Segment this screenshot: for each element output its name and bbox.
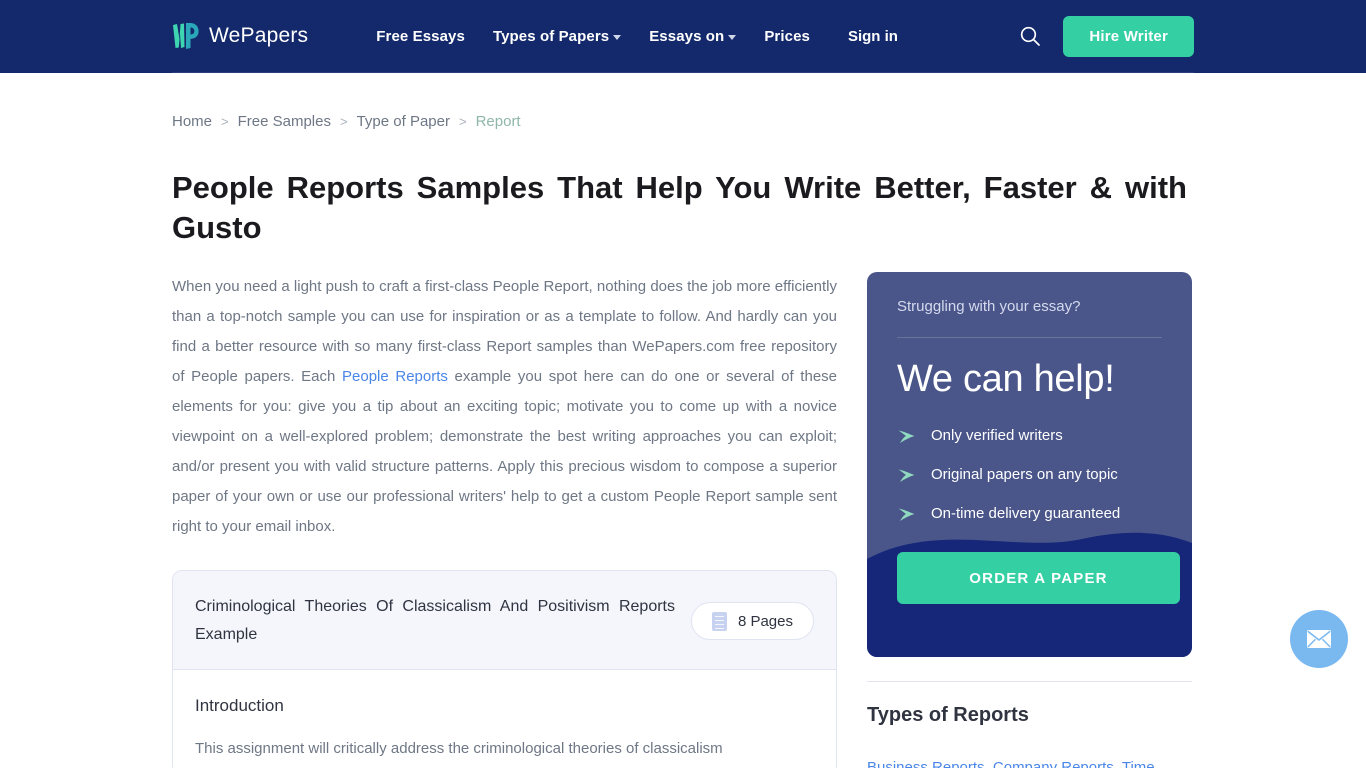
sidebar-column: Struggling with your essay? We can help!… [867, 272, 1192, 768]
intro-text-part-2: example you spot here can do one or seve… [172, 368, 838, 535]
people-reports-link[interactable]: People Reports [342, 368, 448, 385]
breadcrumb-separator: > [221, 114, 229, 129]
check-arrow-icon [898, 430, 915, 443]
pages-count-label: 8 Pages [737, 612, 793, 630]
header-container: WePapers Free Essays Types of Papers Ess… [172, 0, 1194, 73]
search-icon[interactable] [1017, 23, 1043, 49]
document-icon [711, 611, 727, 631]
nav-item-essays-on[interactable]: Essays on [635, 28, 750, 45]
sidebar-heading-types-of-reports: Types of Reports [867, 704, 1029, 726]
help-card-benefits: Only verified writers Original papers on… [897, 427, 1162, 522]
nav-label: Types of Papers [492, 27, 610, 45]
sign-in-link[interactable]: Sign in [834, 28, 912, 45]
sidebar-divider [867, 681, 1192, 682]
nav-label: Essays on [649, 27, 725, 45]
breadcrumb-item-home[interactable]: Home [172, 113, 212, 130]
nav-label: Free Essays [376, 27, 465, 45]
list-item: On-time delivery guaranteed [897, 505, 1162, 522]
help-card-title: We can help! [897, 358, 1115, 400]
logo-text: WePapers [209, 24, 309, 47]
benefit-label: On-time delivery guaranteed [931, 505, 1121, 522]
main-column: When you need a light push to craft a fi… [172, 272, 837, 768]
page-title: People Reports Samples That Help You Wri… [172, 170, 1187, 245]
list-item: Only verified writers [897, 427, 1162, 444]
sidebar-report-type-links[interactable]: Business Reports, Company Reports, Time [867, 753, 1192, 768]
breadcrumb: Home > Free Samples > Type of Paper > Re… [172, 73, 1194, 130]
breadcrumb-item-free-samples[interactable]: Free Samples [238, 113, 331, 130]
nav-item-free-essays[interactable]: Free Essays [362, 28, 479, 45]
breadcrumb-separator: > [458, 114, 467, 129]
benefit-label: Only verified writers [931, 427, 1063, 444]
nav-item-prices[interactable]: Prices [750, 28, 824, 45]
nav-item-types-of-papers[interactable]: Types of Papers [479, 28, 635, 45]
breadcrumb-separator: > [339, 114, 348, 129]
sample-section-text: This assignment will critically address … [195, 740, 723, 757]
sample-card: Criminological Theories Of Classicalism … [172, 570, 837, 768]
list-item: Original papers on any topic [897, 466, 1162, 483]
nav-label: Prices [764, 27, 810, 45]
email-icon [1307, 630, 1331, 648]
sample-section-heading: Introduction [195, 696, 284, 715]
benefit-label: Original papers on any topic [931, 466, 1118, 483]
order-a-paper-button[interactable]: ORDER A PAPER [897, 552, 1180, 604]
page-content: Home > Free Samples > Type of Paper > Re… [172, 73, 1194, 768]
content-row: When you need a light push to craft a fi… [172, 272, 1194, 768]
sample-card-body: Introduction This assignment will critic… [173, 670, 836, 768]
help-card-divider [897, 337, 1162, 338]
help-card: Struggling with your essay? We can help!… [867, 272, 1192, 657]
sample-card-title[interactable]: Criminological Theories Of Classicalism … [195, 593, 675, 649]
check-arrow-icon [898, 508, 915, 521]
check-arrow-icon [898, 469, 915, 482]
email-contact-button[interactable] [1290, 610, 1348, 668]
main-nav: Free Essays Types of Papers Essays on Pr… [362, 28, 912, 45]
header-actions: Hire Writer [1017, 15, 1194, 57]
intro-paragraph: When you need a light push to craft a fi… [172, 272, 837, 542]
wepapers-logo-icon [173, 23, 199, 49]
breadcrumb-current-report: Report [475, 113, 521, 130]
pages-badge: 8 Pages [690, 602, 814, 640]
breadcrumb-item-type-of-paper[interactable]: Type of Paper [357, 113, 450, 130]
sample-card-header: Criminological Theories Of Classicalism … [173, 571, 836, 670]
chevron-down-icon [613, 35, 622, 40]
site-logo[interactable]: WePapers [172, 21, 308, 51]
help-card-kicker: Struggling with your essay? [897, 298, 1081, 315]
site-header: WePapers Free Essays Types of Papers Ess… [0, 0, 1366, 73]
hire-writer-button[interactable]: Hire Writer [1063, 15, 1194, 57]
chevron-down-icon [728, 35, 737, 40]
